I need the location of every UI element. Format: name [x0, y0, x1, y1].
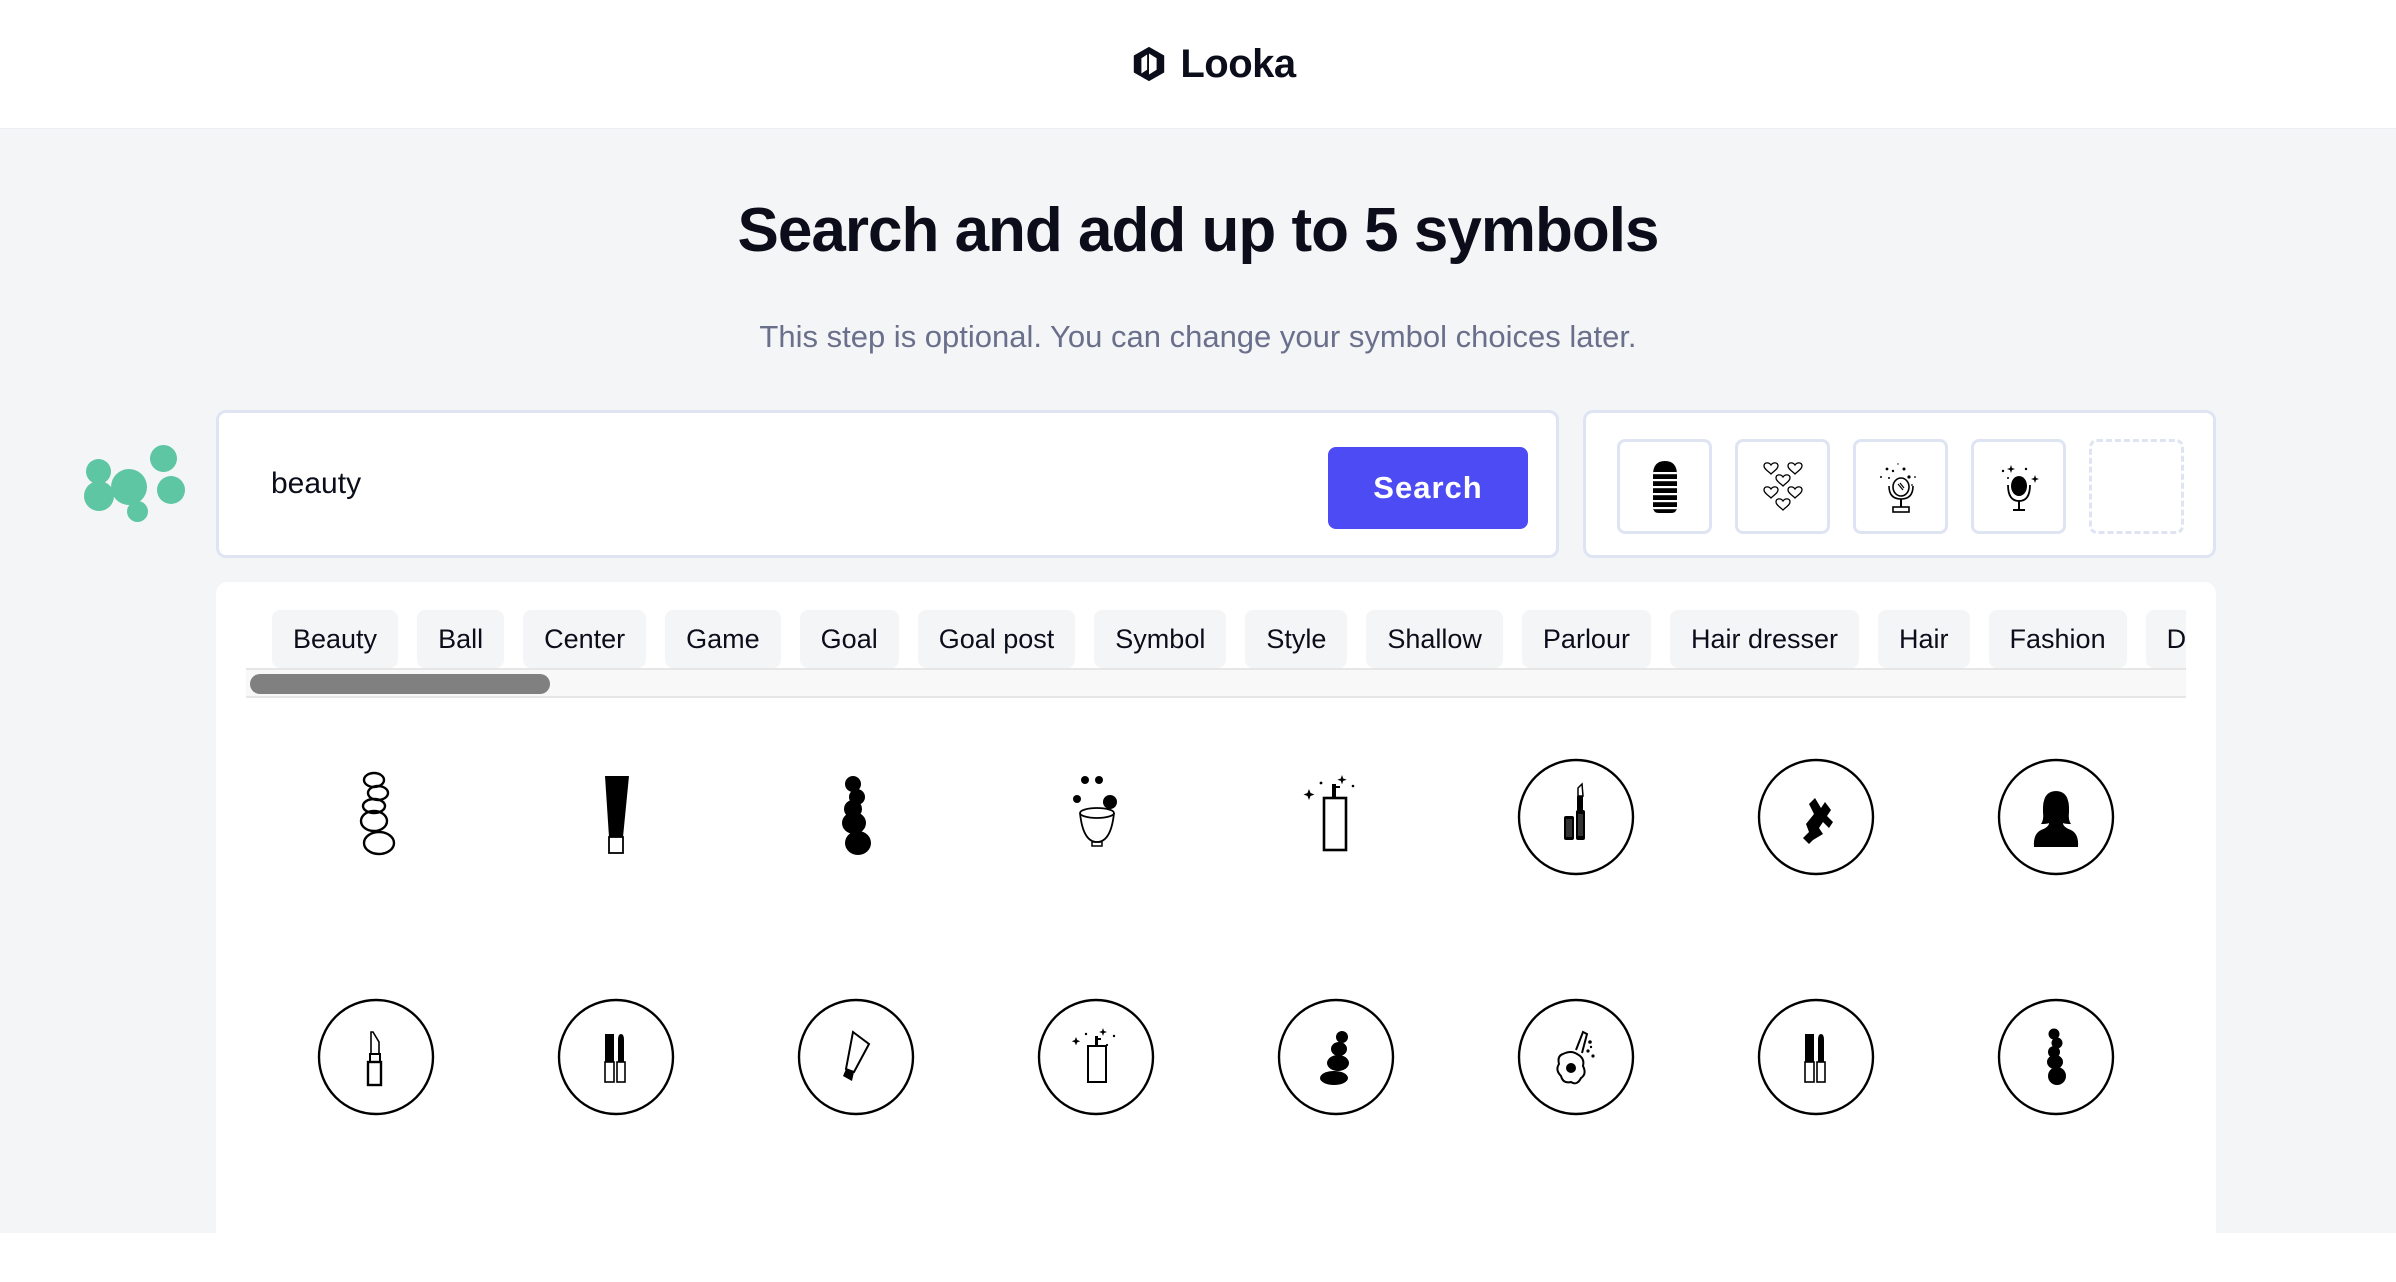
tag-scrollbar-thumb[interactable]: [250, 674, 550, 694]
lipstick-pair-icon: [557, 998, 675, 1116]
tag-chip[interactable]: Fashion: [1988, 610, 2127, 668]
tag-chip[interactable]: Style: [1245, 610, 1348, 668]
lipstick-nail-polish-icon: [1517, 758, 1635, 876]
symbol-search-input[interactable]: [269, 453, 1273, 515]
stacked-stones-filled-icon: [842, 776, 871, 855]
top-bar: Looka: [0, 0, 2396, 129]
tag-chip[interactable]: Ball: [417, 610, 505, 668]
page-subtitle: This step is optional. You can change yo…: [759, 319, 1637, 354]
selected-slot-2[interactable]: [1735, 439, 1830, 534]
brand-name: Looka: [1180, 41, 1296, 86]
symbol-result[interactable]: [551, 752, 681, 882]
symbol-result[interactable]: [1511, 992, 1641, 1122]
hand-mirror-sparkle-icon: [2001, 464, 2039, 511]
perfume-spray-sparkle-icon: [1303, 775, 1355, 852]
brand-logo[interactable]: Looka: [1130, 41, 1296, 87]
tag-scrollbar[interactable]: [246, 668, 2186, 698]
symbol-result[interactable]: [311, 992, 441, 1122]
tag-chip[interactable]: Game: [665, 610, 781, 668]
symbol-result[interactable]: [551, 992, 681, 1122]
woman-silhouette-icon: [1997, 758, 2115, 876]
results-panel: Beauty Ball Center Game Goal Goal post Symbol S…: [216, 582, 2216, 1282]
symbol-result[interactable]: [1751, 992, 1881, 1122]
tilted-tube-icon: [797, 998, 915, 1116]
symbol-step-page: Search and add up to 5 symbols This step…: [0, 129, 2396, 1282]
tag-chip[interactable]: Hair dresser: [1669, 610, 1860, 668]
vanity-mirror-sparkle-icon: [1879, 462, 1916, 513]
symbol-result[interactable]: [1031, 992, 1161, 1122]
tag-chip[interactable]: Goal post: [917, 610, 1076, 668]
lipstick-pair-icon: [1757, 998, 1875, 1116]
cream-tube-icon: [605, 776, 629, 854]
selected-slot-1[interactable]: [1617, 439, 1712, 534]
symbol-result[interactable]: [1991, 752, 2121, 882]
selected-slot-3[interactable]: [1853, 439, 1948, 534]
symbol-result[interactable]: [1271, 992, 1401, 1122]
search-button[interactable]: Search: [1328, 447, 1528, 529]
stacked-stones-filled-icon: [1997, 998, 2115, 1116]
hair-comb-icon: [1757, 758, 1875, 876]
selected-symbols-panel: [1583, 410, 2216, 558]
tag-chip[interactable]: Hair: [1878, 610, 1970, 668]
symbol-result[interactable]: [1511, 752, 1641, 882]
tag-chip[interactable]: Goal: [799, 610, 899, 668]
tag-chip[interactable]: Dryer: [2145, 610, 2186, 668]
symbol-result[interactable]: [791, 752, 921, 882]
bubbles-icon: [84, 445, 188, 525]
hair-dryer-icon: [1517, 998, 1635, 1116]
selected-slot-4[interactable]: [1971, 439, 2066, 534]
hearts-icon: [1762, 461, 1803, 511]
symbol-result[interactable]: [1751, 752, 1881, 882]
flower-bowl-icon: [1073, 776, 1117, 847]
search-card: Search: [216, 410, 1559, 558]
tag-chip[interactable]: Symbol: [1094, 610, 1227, 668]
hexagon-logo-icon: [1134, 46, 1165, 82]
tag-chip[interactable]: Shallow: [1366, 610, 1503, 668]
tag-chip[interactable]: Parlour: [1521, 610, 1651, 668]
symbol-result[interactable]: [1031, 752, 1161, 882]
stacked-stones-outline-icon: [359, 771, 396, 856]
symbol-result[interactable]: [1991, 992, 2121, 1122]
perfume-spray-sparkle-icon: [1037, 998, 1155, 1116]
tag-chip[interactable]: Beauty: [272, 610, 399, 668]
page-title: Search and add up to 5 symbols: [737, 196, 1660, 265]
lipstick-icon: [317, 998, 435, 1116]
symbol-result[interactable]: [311, 752, 441, 882]
tag-chip[interactable]: Center: [523, 610, 647, 668]
symbol-result[interactable]: [1271, 752, 1401, 882]
striped-nail-icon: [1652, 460, 1677, 513]
selected-slot-5-empty[interactable]: [2089, 439, 2184, 534]
balanced-stones-icon: [1277, 998, 1395, 1116]
symbol-result[interactable]: [791, 992, 921, 1122]
